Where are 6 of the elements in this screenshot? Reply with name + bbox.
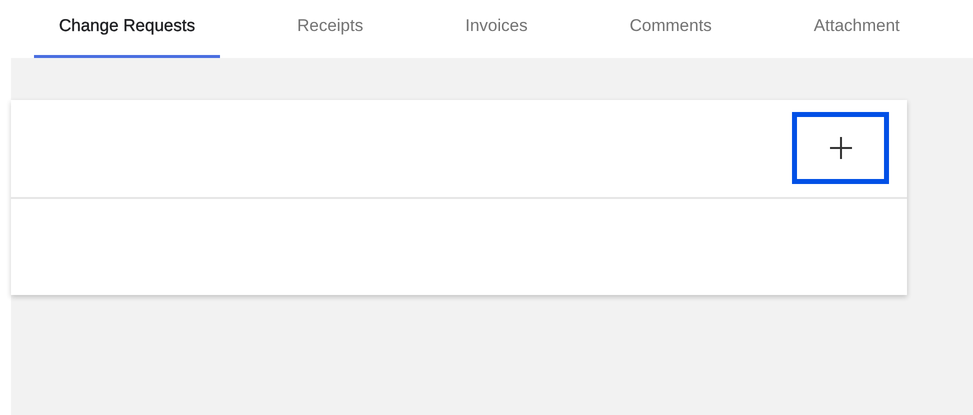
add-button[interactable]: [792, 112, 889, 184]
tab[interactable]: Receipts: [272, 0, 388, 58]
tab[interactable]: Attachment: [788, 0, 925, 58]
tab[interactable]: Comments: [604, 0, 737, 58]
tab[interactable]: Invoices: [440, 0, 553, 58]
plus-icon: [828, 136, 852, 160]
